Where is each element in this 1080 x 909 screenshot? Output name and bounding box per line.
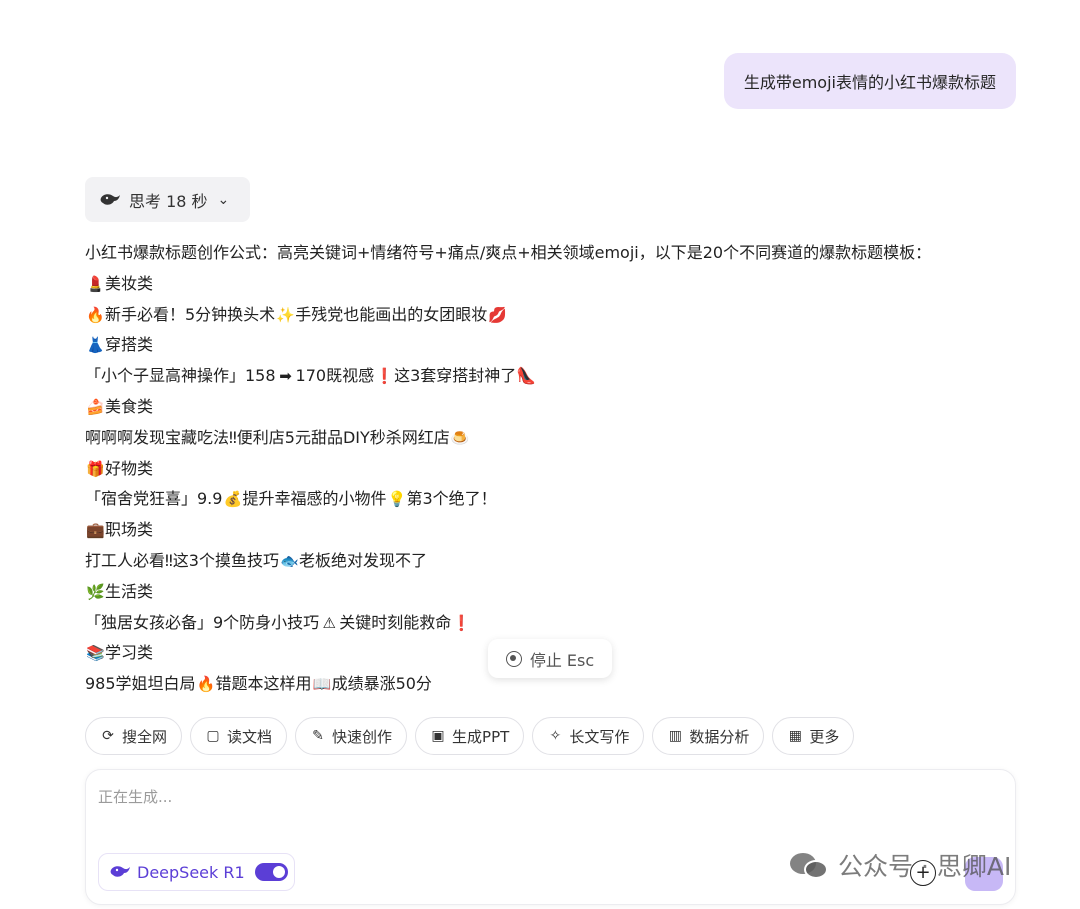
user-message-bubble: 生成带emoji表情的小红书爆款标题 <box>723 53 1016 109</box>
title-text: 错题本这样用 <box>215 674 312 694</box>
fire-icon: 🔥 <box>86 305 105 324</box>
tool-quick-create-button[interactable]: ✎ 快速创作 <box>295 717 408 755</box>
tool-generate-ppt-button[interactable]: ▣ 生成PPT <box>415 717 525 755</box>
leaf-icon: 🌿 <box>86 582 105 601</box>
message-input[interactable] <box>98 788 978 806</box>
lips-icon: 💋 <box>488 305 507 324</box>
category-heading: 🍰 美食类 <box>85 392 985 423</box>
category-heading: 👗 穿搭类 <box>85 330 985 361</box>
warning-icon: ⚠ <box>322 613 336 632</box>
model-selector[interactable]: DeepSeek R1 <box>98 853 295 891</box>
tool-bar: ⟳ 搜全网 ▢ 读文档 ✎ 快速创作 ▣ 生成PPT ✧ 长文写作 ▥ 数据分析 ▦ 更多 <box>85 717 855 755</box>
category-heading: 🎁 好物类 <box>85 454 985 485</box>
fish-icon: 🐟 <box>279 551 299 570</box>
gift-icon: 🎁 <box>86 459 105 478</box>
category-label: 穿搭类 <box>105 335 154 355</box>
title-text: 提升幸福感的小物件 <box>242 489 387 509</box>
title-example: 「宿舍党狂喜」9.9 💰 提升幸福感的小物件 💡 第3个绝了！ <box>85 484 985 515</box>
title-text: 「小个子显高神操作」158 <box>85 366 276 386</box>
title-example: 🔥 新手必看！5分钟换头术 ✨ 手残党也能画出的女团眼妆 💋 <box>85 300 985 331</box>
tool-label: 快速创作 <box>332 727 393 746</box>
category-label: 好物类 <box>105 458 154 478</box>
pudding-icon: 🍮 <box>450 428 470 447</box>
model-toggle[interactable] <box>254 863 288 881</box>
tool-long-writing-button[interactable]: ✧ 长文写作 <box>532 717 645 755</box>
exclamation-icon: ❗ <box>375 367 394 386</box>
sparkles-icon: ✨ <box>276 305 295 324</box>
tool-label: 数据分析 <box>689 727 750 746</box>
title-text: 啊啊啊发现宝藏吃法‼便利店5元甜品DIY秒杀网红店 <box>85 427 450 447</box>
ppt-icon: ▣ <box>431 728 445 744</box>
assistant-answer: 小红书爆款标题创作公式：高亮关键词+情绪符号+痛点/爽点+相关领域emoji，以… <box>85 238 985 700</box>
thinking-toggle[interactable]: 思考 18 秒 ⌄ <box>85 177 250 222</box>
fire-icon: 🔥 <box>196 675 216 694</box>
tool-label: 搜全网 <box>122 727 168 746</box>
tool-more-button[interactable]: ▦ 更多 <box>772 717 855 755</box>
deepseek-whale-icon <box>110 866 130 877</box>
watermark-text: 公众号 · 思卿AI <box>838 852 1012 881</box>
title-text: 打工人必看‼这3个摸鱼技巧 <box>85 550 279 570</box>
title-example: 打工人必看‼这3个摸鱼技巧 🐟 老板绝对发现不了 <box>85 546 985 577</box>
grid-icon: ▦ <box>788 728 802 744</box>
category-heading: 💼 职场类 <box>85 515 985 546</box>
tool-label: 更多 <box>809 727 840 746</box>
briefcase-icon: 💼 <box>86 521 105 540</box>
title-text: 关键时刻能救命 <box>339 612 452 632</box>
lipstick-icon: 💄 <box>86 274 105 293</box>
title-example: 「独居女孩必备」9个防身小技巧 ⚠ 关键时刻能救命 ❗ <box>85 608 985 639</box>
title-text: 新手必看！5分钟换头术 <box>105 304 276 324</box>
chart-icon: ▥ <box>668 728 682 744</box>
message-composer: DeepSeek R1 + <box>85 769 1016 905</box>
tool-label: 长文写作 <box>569 727 630 746</box>
category-label: 生活类 <box>105 581 154 601</box>
exclamation-icon: ❗ <box>452 613 471 632</box>
title-text: 170既视感 <box>295 366 375 386</box>
tool-label: 读文档 <box>227 727 273 746</box>
search-icon: ⟳ <box>102 728 114 744</box>
title-text: 老板绝对发现不了 <box>298 550 427 570</box>
stop-generation-button[interactable]: 停止 Esc <box>488 639 612 678</box>
category-label: 职场类 <box>105 520 154 540</box>
watermark: 公众号 · 思卿AI <box>790 848 1011 882</box>
title-text: 手残党也能画出的女团眼妆 <box>295 304 488 324</box>
title-text: 第3个绝了！ <box>406 489 497 509</box>
title-example: 「小个子显高神操作」158 ➡ 170既视感 ❗ 这3套穿搭封神了👠 <box>85 361 985 392</box>
open-book-icon: 📖 <box>312 675 332 694</box>
tool-data-analysis-button[interactable]: ▥ 数据分析 <box>652 717 765 755</box>
category-label: 学习类 <box>105 643 154 663</box>
document-icon: ▢ <box>206 728 220 744</box>
deepseek-whale-icon <box>100 193 120 205</box>
title-text: 成绩暴涨50分 <box>331 674 432 694</box>
light-bulb-icon: 💡 <box>387 490 407 509</box>
user-message-text: 生成带emoji表情的小红书爆款标题 <box>743 73 996 92</box>
title-example: 啊啊啊发现宝藏吃法‼便利店5元甜品DIY秒杀网红店 🍮 <box>85 423 985 454</box>
title-text: 985学姐坦白局 <box>85 674 196 694</box>
sparkle-icon: ✧ <box>549 728 562 744</box>
chevron-down-icon: ⌄ <box>217 191 230 208</box>
arrow-right-icon: ➡ <box>279 367 292 386</box>
model-label: DeepSeek R1 <box>137 862 245 882</box>
thinking-label: 思考 18 秒 <box>129 191 208 211</box>
stop-circle-icon <box>505 650 522 667</box>
pen-icon: ✎ <box>312 728 324 744</box>
title-text: 「宿舍党狂喜」9.9 <box>85 489 223 509</box>
category-heading: 💄 美妆类 <box>85 269 985 300</box>
tool-label: 生成PPT <box>452 727 510 746</box>
wechat-icon <box>790 851 830 879</box>
stop-label: 停止 Esc <box>529 650 595 670</box>
category-heading: 🌿 生活类 <box>85 577 985 608</box>
category-label: 美妆类 <box>105 273 154 293</box>
cake-icon: 🍰 <box>86 397 105 416</box>
books-icon: 📚 <box>86 644 105 663</box>
title-text: 这3套穿搭封神了👠 <box>394 366 537 386</box>
category-label: 美食类 <box>105 396 154 416</box>
tool-read-doc-button[interactable]: ▢ 读文档 <box>190 717 288 755</box>
title-text: 「独居女孩必备」9个防身小技巧 <box>85 612 320 632</box>
money-bag-icon: 💰 <box>223 490 243 509</box>
dress-icon: 👗 <box>86 336 105 355</box>
answer-intro: 小红书爆款标题创作公式：高亮关键词+情绪符号+痛点/爽点+相关领域emoji，以… <box>85 243 932 262</box>
tool-search-web-button[interactable]: ⟳ 搜全网 <box>85 717 183 755</box>
